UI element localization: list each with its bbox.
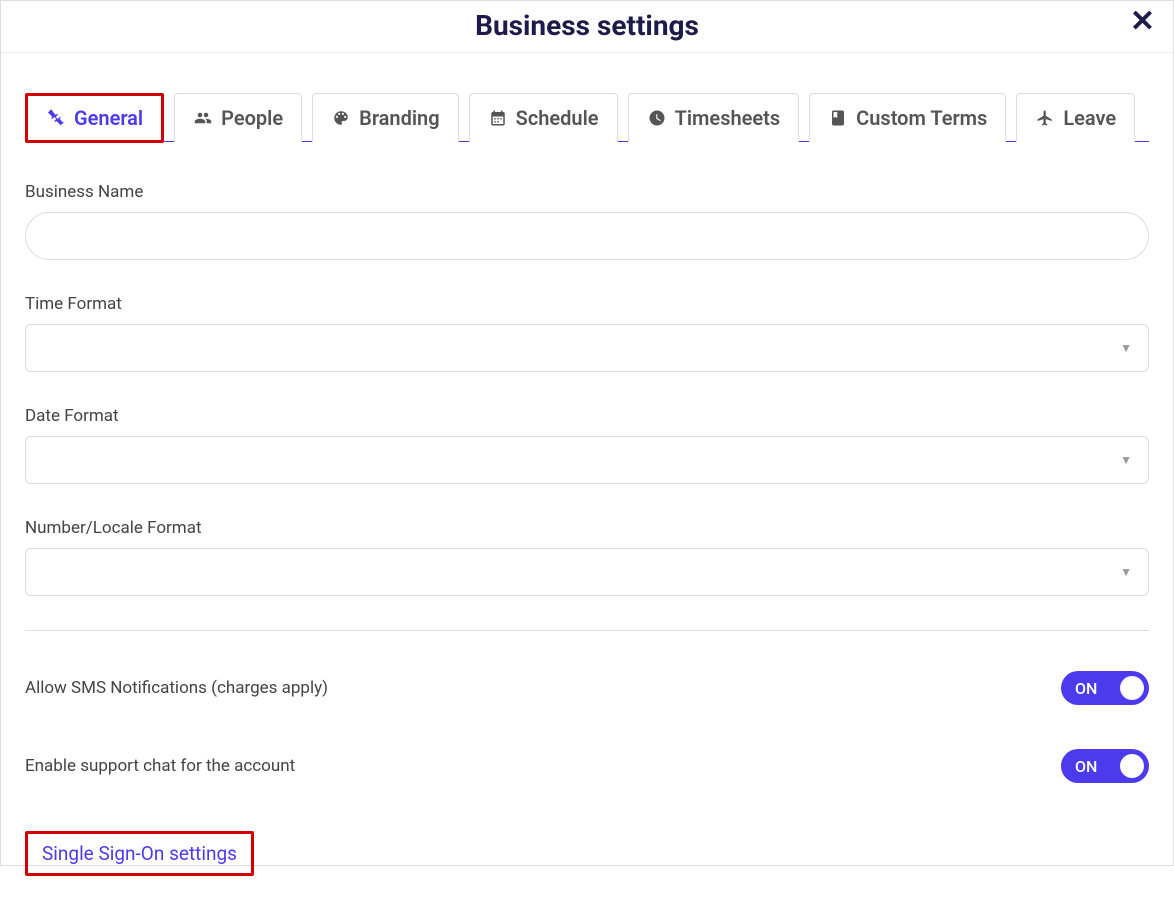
sms-notifications-label: Allow SMS Notifications (charges apply): [25, 678, 328, 698]
support-chat-row: Enable support chat for the account ON: [25, 749, 1149, 783]
palette-icon: [331, 109, 351, 127]
tab-label: Leave: [1063, 106, 1116, 130]
tab-leave[interactable]: Leave: [1016, 93, 1135, 142]
clock-icon: [647, 109, 667, 127]
dialog-content: General People Branding Schedule Timeshe…: [1, 53, 1173, 900]
date-format-label: Date Format: [25, 406, 1149, 426]
business-name-group: Business Name: [25, 182, 1149, 260]
tab-schedule[interactable]: Schedule: [469, 93, 618, 142]
number-locale-select[interactable]: ▼: [25, 548, 1149, 596]
tools-icon: [46, 109, 66, 127]
number-locale-label: Number/Locale Format: [25, 518, 1149, 538]
tab-people[interactable]: People: [174, 93, 302, 142]
tab-label: General: [74, 106, 143, 130]
sms-notifications-toggle[interactable]: ON: [1061, 671, 1149, 705]
time-format-group: Time Format ▼: [25, 294, 1149, 372]
switch-knob: [1120, 676, 1144, 700]
tab-general[interactable]: General: [25, 93, 164, 143]
close-icon: ✕: [1130, 4, 1155, 39]
chevron-down-icon: ▼: [1120, 453, 1132, 467]
sms-notifications-row: Allow SMS Notifications (charges apply) …: [25, 671, 1149, 705]
business-name-input[interactable]: [25, 212, 1149, 260]
switch-knob: [1120, 754, 1144, 778]
time-format-select[interactable]: ▼: [25, 324, 1149, 372]
dialog-title: Business settings: [1, 9, 1173, 42]
tab-label: People: [221, 106, 283, 130]
support-chat-toggle[interactable]: ON: [1061, 749, 1149, 783]
close-button[interactable]: ✕: [1130, 7, 1155, 37]
people-icon: [193, 109, 213, 127]
tab-branding[interactable]: Branding: [312, 93, 458, 142]
calendar-icon: [488, 109, 508, 127]
chevron-down-icon: ▼: [1120, 341, 1132, 355]
tab-label: Custom Terms: [856, 106, 987, 130]
date-format-group: Date Format ▼: [25, 406, 1149, 484]
tab-timesheets[interactable]: Timesheets: [628, 93, 800, 142]
sso-settings-link[interactable]: Single Sign-On settings: [25, 831, 254, 876]
tab-custom-terms[interactable]: Custom Terms: [809, 93, 1006, 142]
time-format-label: Time Format: [25, 294, 1149, 314]
dialog-header: Business settings ✕: [1, 1, 1173, 53]
switch-state-label: ON: [1075, 679, 1097, 698]
book-icon: [828, 109, 848, 127]
tab-label: Branding: [359, 106, 439, 130]
date-format-select[interactable]: ▼: [25, 436, 1149, 484]
section-divider: [25, 630, 1149, 631]
tabs-bar: General People Branding Schedule Timeshe…: [25, 93, 1149, 142]
number-locale-group: Number/Locale Format ▼: [25, 518, 1149, 596]
chevron-down-icon: ▼: [1120, 565, 1132, 579]
plane-icon: [1035, 109, 1055, 127]
tab-label: Schedule: [516, 106, 599, 130]
tab-label: Timesheets: [675, 106, 781, 130]
business-name-label: Business Name: [25, 182, 1149, 202]
support-chat-label: Enable support chat for the account: [25, 756, 295, 776]
switch-state-label: ON: [1075, 757, 1097, 776]
